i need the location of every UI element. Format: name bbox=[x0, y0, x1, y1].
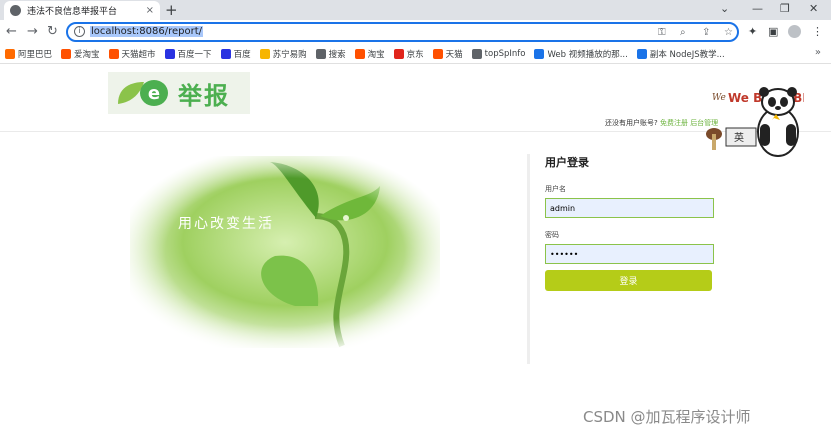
bookmark-item[interactable]: 百度一下 bbox=[164, 48, 212, 60]
forward-button[interactable]: → bbox=[27, 24, 38, 39]
bookmark-label: 京东 bbox=[406, 49, 424, 60]
tab-bar: 违法不良信息举报平台 × + ⌄ — ❐ ✕ bbox=[0, 0, 831, 20]
address-bar[interactable]: i localhost:8086/report/ ⚿ ⌕ ⇪ ☆ bbox=[66, 22, 739, 42]
bookmark-favicon-icon bbox=[534, 48, 545, 59]
svg-text:We: We bbox=[712, 93, 726, 103]
url-text[interactable]: localhost:8086/report/ bbox=[90, 26, 203, 37]
bookmark-favicon-icon bbox=[354, 48, 365, 59]
bookmark-favicon-icon bbox=[259, 48, 270, 59]
bookmark-item[interactable]: topSpInfo bbox=[471, 48, 526, 59]
bookmarks-more-icon[interactable]: » bbox=[815, 47, 821, 58]
banner-slogan: 用心改变生活 bbox=[178, 216, 274, 232]
back-button[interactable]: ← bbox=[6, 24, 17, 39]
bookmark-item[interactable]: 百度 bbox=[220, 48, 251, 60]
svg-text:英: 英 bbox=[734, 131, 744, 144]
browser-toolbar: ← → ↻ i localhost:8086/report/ ⚿ ⌕ ⇪ ☆ ✦… bbox=[0, 20, 831, 44]
site-logo[interactable]: e 举报 bbox=[108, 72, 250, 114]
password-label: 密码 bbox=[545, 231, 559, 239]
bookmark-favicon-icon bbox=[636, 48, 647, 59]
bookmark-label: 副本 NodeJS教学... bbox=[649, 49, 725, 60]
share-icon[interactable]: ⇪ bbox=[702, 27, 710, 38]
register-prompt: 还没有用户账号? 免费注册 后台管理 bbox=[605, 119, 719, 127]
bookmark-favicon-icon bbox=[61, 48, 72, 59]
bookmark-item[interactable]: Web 视频播放的那... bbox=[534, 48, 628, 60]
bookmark-favicon-icon bbox=[164, 48, 175, 59]
key-icon[interactable]: ⚿ bbox=[658, 27, 666, 38]
bookmark-favicon-icon bbox=[220, 48, 231, 59]
login-button[interactable]: 登录 bbox=[545, 270, 712, 291]
minimize-button[interactable]: — bbox=[752, 2, 763, 15]
login-title: 用户登录 bbox=[545, 156, 589, 169]
username-input[interactable] bbox=[545, 198, 714, 218]
svg-text:e: e bbox=[148, 83, 160, 104]
bookmark-label: 苏宁易购 bbox=[272, 49, 307, 60]
bookmark-favicon-icon bbox=[315, 48, 326, 59]
tab-close-icon[interactable]: × bbox=[146, 5, 154, 16]
watermark: CSDN @加瓦程序设计师 bbox=[583, 408, 751, 426]
profile-icon[interactable] bbox=[788, 25, 801, 38]
restore-button[interactable]: ❐ bbox=[780, 2, 790, 15]
zoom-icon[interactable]: ⌕ bbox=[680, 27, 686, 38]
bookmark-item[interactable]: 爱淘宝 bbox=[61, 48, 100, 60]
bookmark-item[interactable]: 京东 bbox=[393, 48, 424, 60]
bookmark-label: Web 视频播放的那... bbox=[547, 49, 628, 60]
bookmark-label: 爱淘宝 bbox=[74, 49, 100, 60]
site-header: e 举报 还没有用户账号? 免费注册 后台管理 We We BARE BEARS… bbox=[0, 64, 831, 157]
bookmark-favicon-icon bbox=[108, 48, 119, 59]
sidepanel-icon[interactable]: ▣ bbox=[768, 25, 778, 38]
username-label: 用户名 bbox=[545, 185, 566, 193]
bookmark-favicon-icon bbox=[393, 48, 404, 59]
bookmark-item[interactable]: 苏宁易购 bbox=[259, 48, 307, 60]
bookmark-favicon-icon bbox=[5, 48, 15, 59]
bookmark-label: 天猫超市 bbox=[121, 49, 156, 60]
bookmark-label: 搜索 bbox=[328, 49, 346, 60]
extensions-icon[interactable]: ✦ bbox=[748, 25, 757, 38]
reload-button[interactable]: ↻ bbox=[47, 24, 58, 39]
divider bbox=[527, 154, 530, 364]
bookmark-label: 天猫 bbox=[445, 49, 463, 60]
bookmark-item[interactable]: 天猫超市 bbox=[108, 48, 156, 60]
bookmark-item[interactable]: 副本 NodeJS教学... bbox=[636, 48, 725, 60]
new-tab-button[interactable]: + bbox=[165, 1, 178, 19]
star-icon[interactable]: ☆ bbox=[724, 27, 733, 38]
logo-text: 举报 bbox=[178, 81, 230, 110]
bookmark-label: 淘宝 bbox=[367, 49, 385, 60]
banner-image: 用心改变生活 bbox=[130, 156, 440, 348]
password-input[interactable] bbox=[545, 244, 714, 264]
bookmark-favicon-icon bbox=[432, 48, 443, 59]
bookmarks-bar: 阿里巴巴 爱淘宝 天猫超市 百度一下 百度 苏宁易购 搜索 淘宝 京东 天猫 topSpInfo We… bbox=[0, 44, 831, 64]
close-window-button[interactable]: ✕ bbox=[809, 2, 818, 15]
site-info-icon[interactable]: i bbox=[74, 26, 85, 37]
bookmark-item[interactable]: 淘宝 bbox=[354, 48, 385, 60]
tab-title: 违法不良信息举报平台 bbox=[27, 7, 118, 17]
bookmark-label: 阿里巴巴 bbox=[18, 49, 53, 60]
globe-icon bbox=[10, 5, 21, 16]
page: e 举报 还没有用户账号? 免费注册 后台管理 We We BARE BEARS… bbox=[0, 64, 831, 436]
bookmark-label: 百度一下 bbox=[177, 49, 212, 60]
bookmark-item[interactable]: 天猫 bbox=[432, 48, 463, 60]
register-link[interactable]: 免费注册 bbox=[660, 119, 688, 127]
login-form: 用户登录 用户名 密码 登录 bbox=[545, 154, 717, 291]
bookmark-label: topSpInfo bbox=[484, 48, 526, 59]
menu-icon[interactable]: ⋮ bbox=[812, 25, 823, 38]
tab-search-icon[interactable]: ⌄ bbox=[720, 2, 729, 15]
panda-sticker-icon: We We BARE BEARS 英 bbox=[706, 87, 804, 157]
bookmark-favicon-icon bbox=[471, 48, 482, 59]
browser-tab[interactable]: 违法不良信息举报平台 × bbox=[4, 1, 160, 20]
bookmark-label: 百度 bbox=[233, 49, 251, 60]
bookmark-item[interactable]: 搜索 bbox=[315, 48, 346, 60]
bookmark-item[interactable]: 阿里巴巴 bbox=[5, 48, 52, 60]
leaf-logo-icon: e bbox=[118, 80, 168, 106]
